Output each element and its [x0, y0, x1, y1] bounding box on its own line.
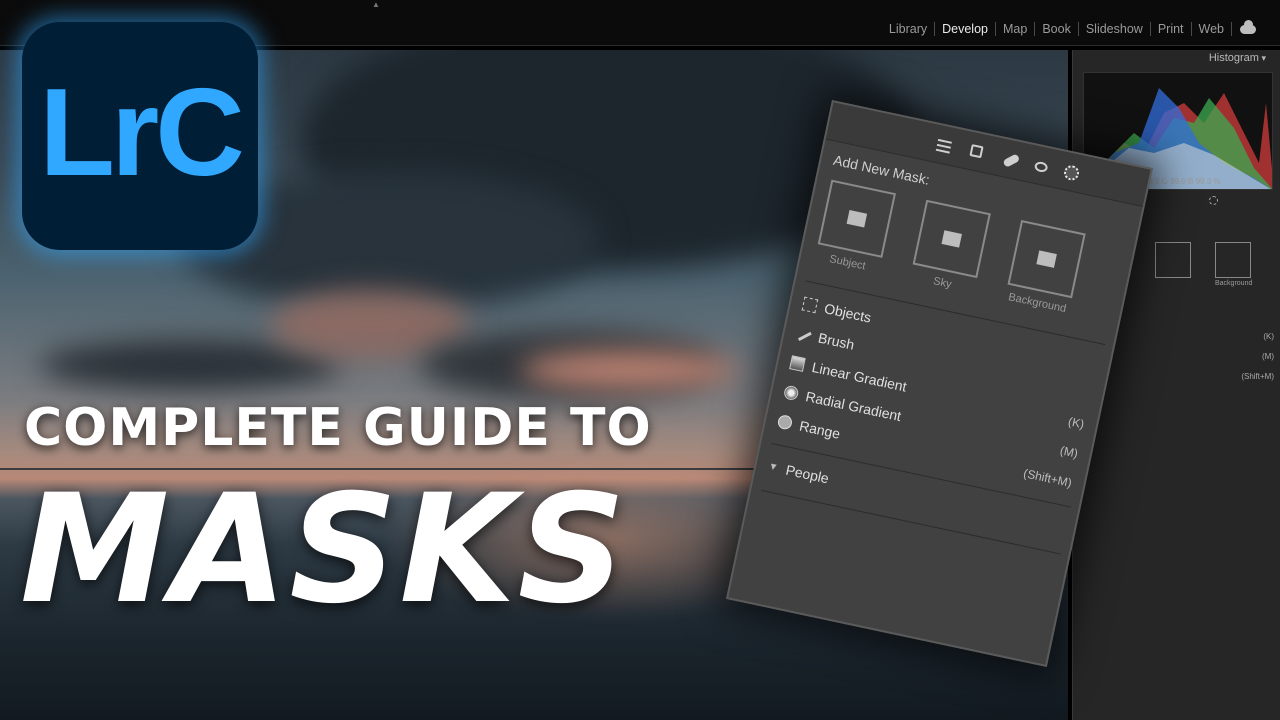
module-print[interactable]: Print [1151, 22, 1191, 36]
arch-icon [1036, 250, 1057, 268]
module-slideshow[interactable]: Slideshow [1079, 22, 1150, 36]
objects-icon [801, 296, 819, 314]
select-sky-button[interactable]: Sky [907, 199, 993, 296]
healing-bandage-icon[interactable] [1002, 153, 1021, 168]
mini-shortcut-shift-m: (Shift+M) [1241, 372, 1274, 381]
shortcut-shift-m: (Shift+M) [1022, 466, 1074, 491]
masking-icon[interactable] [1062, 164, 1081, 182]
landscape-icon [941, 230, 962, 248]
mini-background-label: Background [1215, 280, 1253, 287]
module-web[interactable]: Web [1192, 22, 1231, 36]
people-label: People [784, 461, 831, 487]
mask-objects-label: Objects [822, 300, 873, 326]
mini-shortcut-m: (M) [1262, 352, 1274, 361]
brush-icon [795, 327, 812, 342]
mini-background-tile[interactable] [1215, 242, 1251, 278]
mini-sky-tile[interactable] [1155, 242, 1191, 278]
range-icon [776, 413, 794, 431]
lightroom-classic-logo: LrC [22, 22, 258, 250]
linear-gradient-icon [789, 355, 806, 372]
module-map[interactable]: Map [996, 22, 1034, 36]
panel-collapse-caret-icon[interactable]: ▲ [372, 0, 380, 9]
mini-shortcut-k: (K) [1263, 332, 1274, 341]
radial-gradient-icon [782, 384, 800, 402]
edit-sliders-icon[interactable] [935, 137, 954, 156]
sky-thumbnail [912, 199, 991, 279]
mask-range-label: Range [797, 417, 842, 442]
masking-tool-icon[interactable] [1209, 196, 1218, 205]
module-library[interactable]: Library [882, 22, 934, 36]
select-background-button[interactable]: Background [1002, 219, 1088, 317]
module-separator [1231, 22, 1232, 36]
module-book[interactable]: Book [1035, 22, 1078, 36]
crop-icon[interactable] [969, 144, 984, 159]
headline-line-2: MASKS [20, 463, 628, 637]
expand-triangle-icon: ▼ [767, 460, 780, 474]
histogram-readout: 98.9 G 99.0 B 99.3 % [1144, 177, 1221, 186]
person-icon [846, 210, 868, 228]
shortcut-m: (M) [1058, 443, 1080, 461]
module-develop[interactable]: Develop [935, 22, 995, 36]
background-thumbnail [1007, 219, 1086, 299]
red-eye-icon[interactable] [1033, 160, 1049, 174]
mask-brush-label: Brush [816, 329, 856, 353]
logo-text: LrC [39, 64, 245, 202]
subject-thumbnail [817, 179, 896, 258]
shortcut-k: (K) [1066, 414, 1086, 432]
module-picker: Library Develop Map Book Slideshow Print… [882, 19, 1256, 36]
histogram-header[interactable]: Histogram [1209, 52, 1266, 64]
cloud-sync-icon[interactable] [1240, 19, 1256, 34]
cloud-shape [520, 350, 740, 390]
select-subject-button[interactable]: Subject [812, 179, 898, 276]
headline-line-1: COMPLETE GUIDE TO [24, 398, 652, 458]
